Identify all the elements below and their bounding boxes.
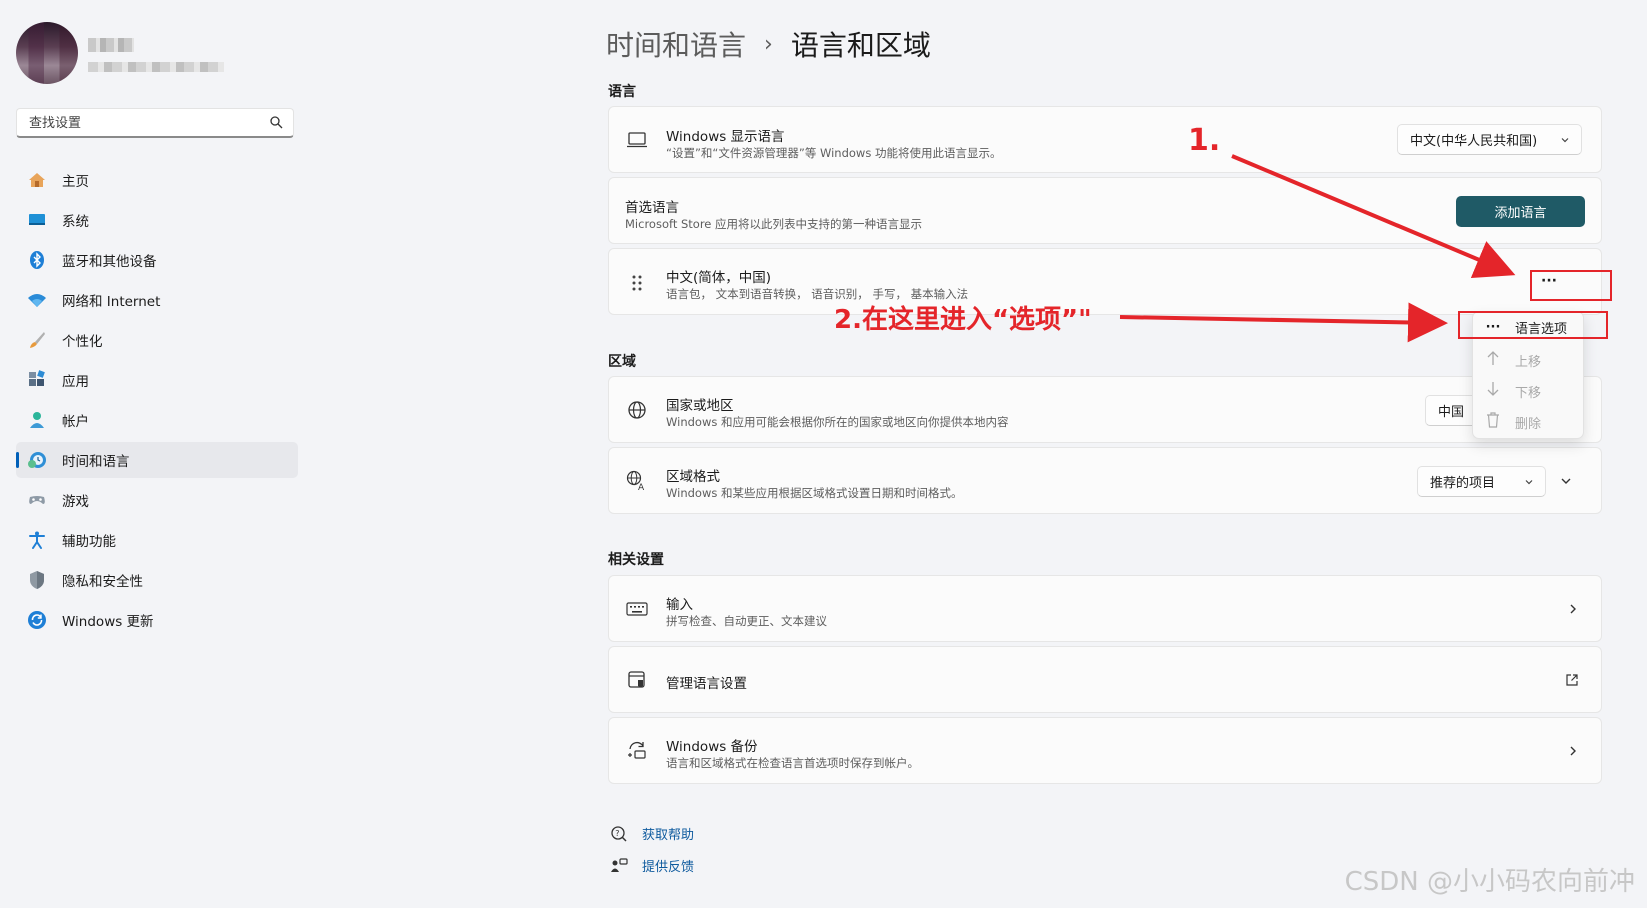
annotation-arrows [1119, 154, 1516, 343]
arrow-step2 [1119, 302, 1448, 343]
arrow-step1 [1231, 154, 1516, 279]
annotation-step1: 1. [1188, 123, 1221, 158]
watermark: CSDN @小小码农向前冲 [1344, 867, 1635, 897]
annotation-step2: 2.在这里进入“选项”" [834, 305, 1092, 335]
